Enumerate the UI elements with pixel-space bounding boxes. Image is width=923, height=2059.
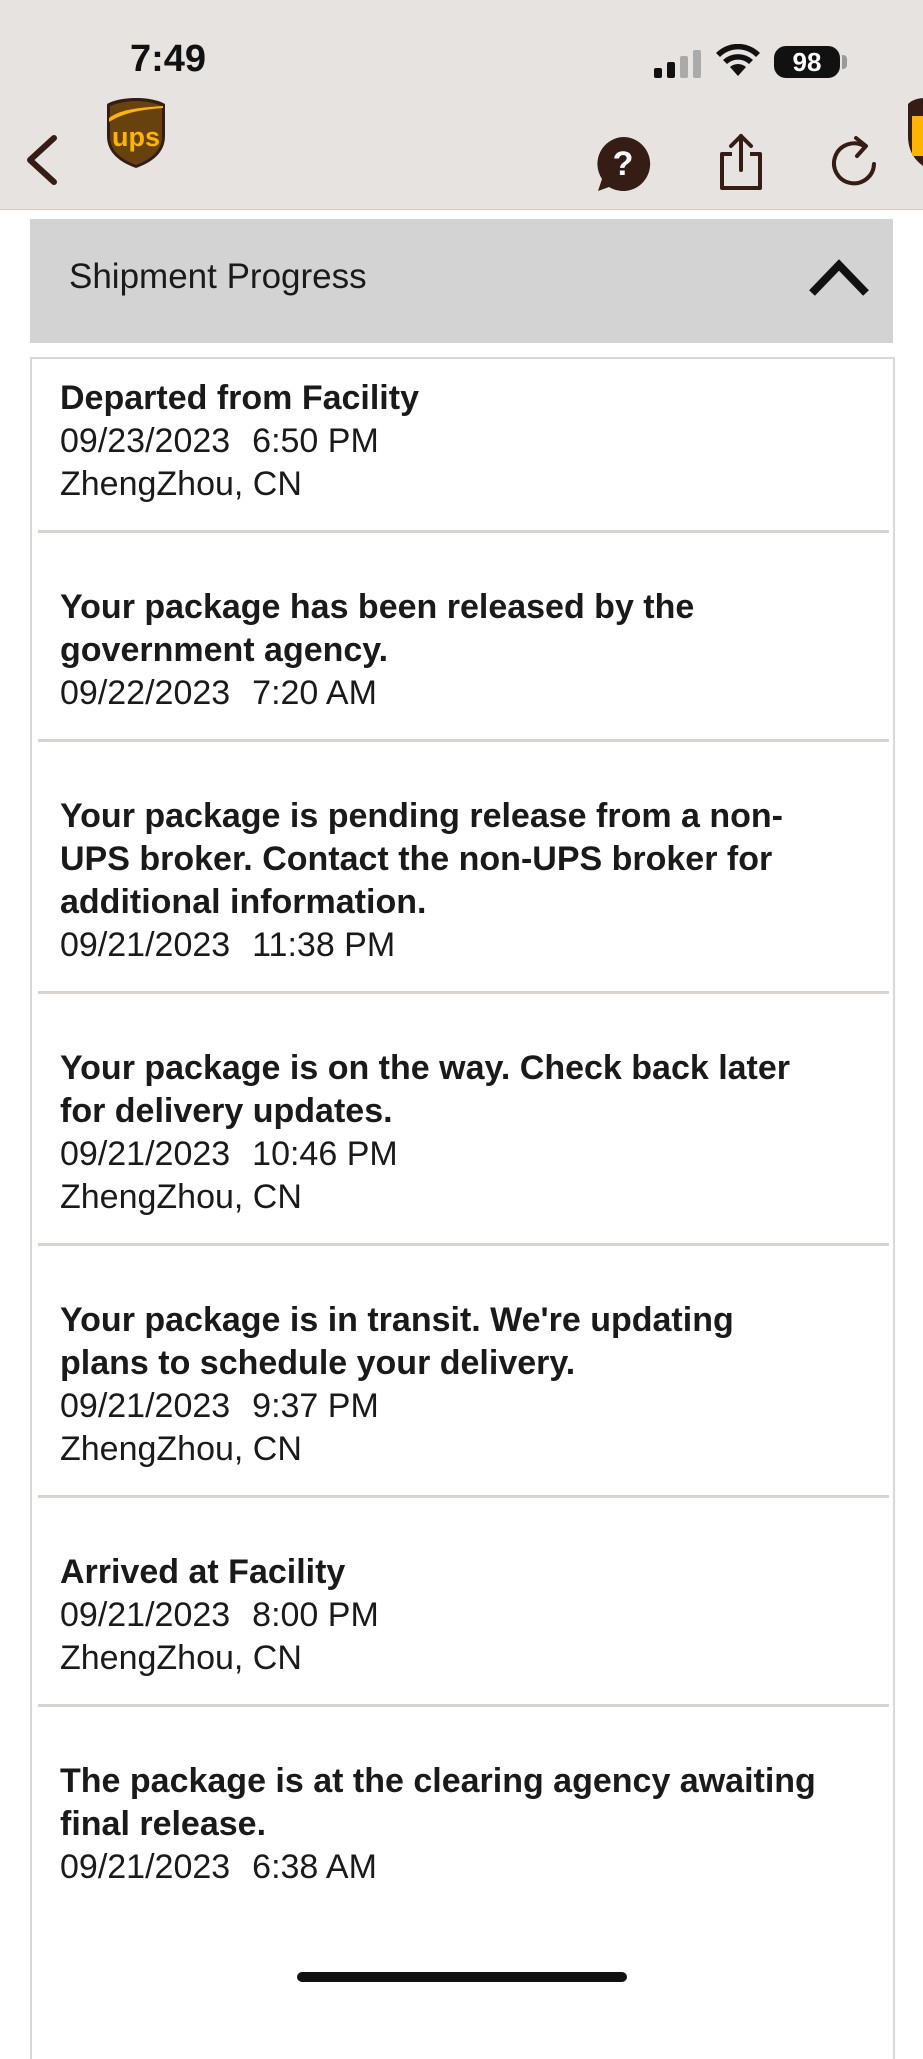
event-title-line: Your package is on the way. Check back l… bbox=[60, 1049, 791, 1087]
home-indicator[interactable] bbox=[297, 1972, 627, 1982]
event-time: 11:38 PM bbox=[252, 926, 396, 964]
event-divider bbox=[38, 530, 889, 533]
event-divider bbox=[38, 991, 889, 994]
shipment-progress-header[interactable]: Shipment Progress bbox=[30, 219, 893, 343]
back-chevron-icon[interactable] bbox=[18, 130, 68, 190]
battery-indicator: 98 bbox=[774, 46, 840, 78]
event-time: 6:38 AM bbox=[252, 1848, 377, 1886]
event-divider bbox=[38, 1243, 889, 1246]
event-datetime: 09/23/2023 6:50 PM bbox=[60, 420, 379, 463]
ups-logo-partial bbox=[908, 98, 923, 166]
tracking-event: Your package is pending release from a n… bbox=[32, 795, 893, 967]
event-time: 6:50 PM bbox=[252, 422, 379, 460]
event-title-line: The package is at the clearing agency aw… bbox=[60, 1762, 816, 1800]
share-icon[interactable] bbox=[714, 132, 768, 192]
tracking-event: Your package is in transit. We're updati… bbox=[32, 1299, 893, 1471]
tracking-event: The package is at the clearing agency aw… bbox=[32, 1760, 893, 1889]
event-datetime: 09/22/2023 7:20 AM bbox=[60, 672, 377, 715]
event-datetime: 09/21/2023 8:00 PM bbox=[60, 1594, 379, 1637]
event-time: 10:46 PM bbox=[252, 1135, 398, 1173]
top-bar: 7:49 98 ups ? bbox=[0, 0, 923, 210]
event-title-line: plans to schedule your delivery. bbox=[60, 1344, 576, 1382]
event-title-line: government agency. bbox=[60, 631, 389, 669]
event-title-line: UPS broker. Contact the non-UPS broker f… bbox=[60, 840, 773, 878]
tracking-event: Departed from Facility 09/23/2023 6:50 PM Z… bbox=[32, 377, 893, 506]
event-datetime: 09/21/2023 11:38 PM bbox=[60, 924, 395, 967]
tracking-event: Arrived at Facility 09/21/2023 8:00 PM Zhen… bbox=[32, 1551, 893, 1680]
event-date: 09/21/2023 bbox=[60, 1596, 231, 1634]
battery-nub bbox=[842, 55, 847, 69]
event-date: 09/21/2023 bbox=[60, 1848, 231, 1886]
tracking-event: Your package is on the way. Check back l… bbox=[32, 1047, 893, 1219]
event-datetime: 09/21/2023 6:38 AM bbox=[60, 1846, 377, 1889]
refresh-icon[interactable] bbox=[826, 132, 882, 192]
event-date: 09/23/2023 bbox=[60, 422, 231, 460]
event-time: 7:20 AM bbox=[252, 674, 377, 712]
section-title: Shipment Progress bbox=[69, 257, 367, 296]
status-time: 7:49 bbox=[130, 38, 207, 80]
shipment-events-list: Departed from Facility 09/23/2023 6:50 PM Z… bbox=[30, 357, 895, 2059]
chevron-up-icon[interactable] bbox=[806, 253, 872, 303]
event-title-line: for delivery updates. bbox=[60, 1092, 393, 1130]
tracking-event: Your package has been released by the gov… bbox=[32, 586, 893, 715]
ups-logo[interactable]: ups bbox=[104, 96, 168, 170]
event-time: 9:37 PM bbox=[252, 1387, 379, 1425]
event-date: 09/21/2023 bbox=[60, 1387, 231, 1425]
event-location: ZhengZhou, CN bbox=[60, 1430, 302, 1468]
help-icon[interactable]: ? bbox=[594, 135, 652, 193]
event-location: ZhengZhou, CN bbox=[60, 465, 302, 503]
event-date: 09/21/2023 bbox=[60, 1135, 231, 1173]
event-time: 8:00 PM bbox=[252, 1596, 379, 1634]
event-datetime: 09/21/2023 10:46 PM bbox=[60, 1133, 398, 1176]
event-divider bbox=[38, 1495, 889, 1498]
event-title-line: final release. bbox=[60, 1805, 267, 1843]
event-location: ZhengZhou, CN bbox=[60, 1178, 302, 1216]
event-title-line: Your package is in transit. We're updati… bbox=[60, 1301, 734, 1339]
event-title-line: Your package has been released by the bbox=[60, 588, 695, 626]
svg-text:?: ? bbox=[613, 145, 634, 183]
event-location: ZhengZhou, CN bbox=[60, 1639, 302, 1677]
event-title-line: Arrived at Facility bbox=[60, 1553, 346, 1591]
event-datetime: 09/21/2023 9:37 PM bbox=[60, 1385, 379, 1428]
event-title-line: Your package is pending release from a n… bbox=[60, 797, 783, 835]
event-title-line: Departed from Facility bbox=[60, 379, 419, 417]
svg-text:ups: ups bbox=[112, 122, 160, 152]
event-date: 09/21/2023 bbox=[60, 926, 231, 964]
event-date: 09/22/2023 bbox=[60, 674, 231, 712]
event-divider bbox=[38, 739, 889, 742]
wifi-icon bbox=[716, 44, 760, 76]
cellular-signal-icon bbox=[654, 50, 701, 78]
event-title-line: additional information. bbox=[60, 883, 427, 921]
event-divider bbox=[38, 1704, 889, 1707]
battery-level: 98 bbox=[792, 47, 822, 77]
